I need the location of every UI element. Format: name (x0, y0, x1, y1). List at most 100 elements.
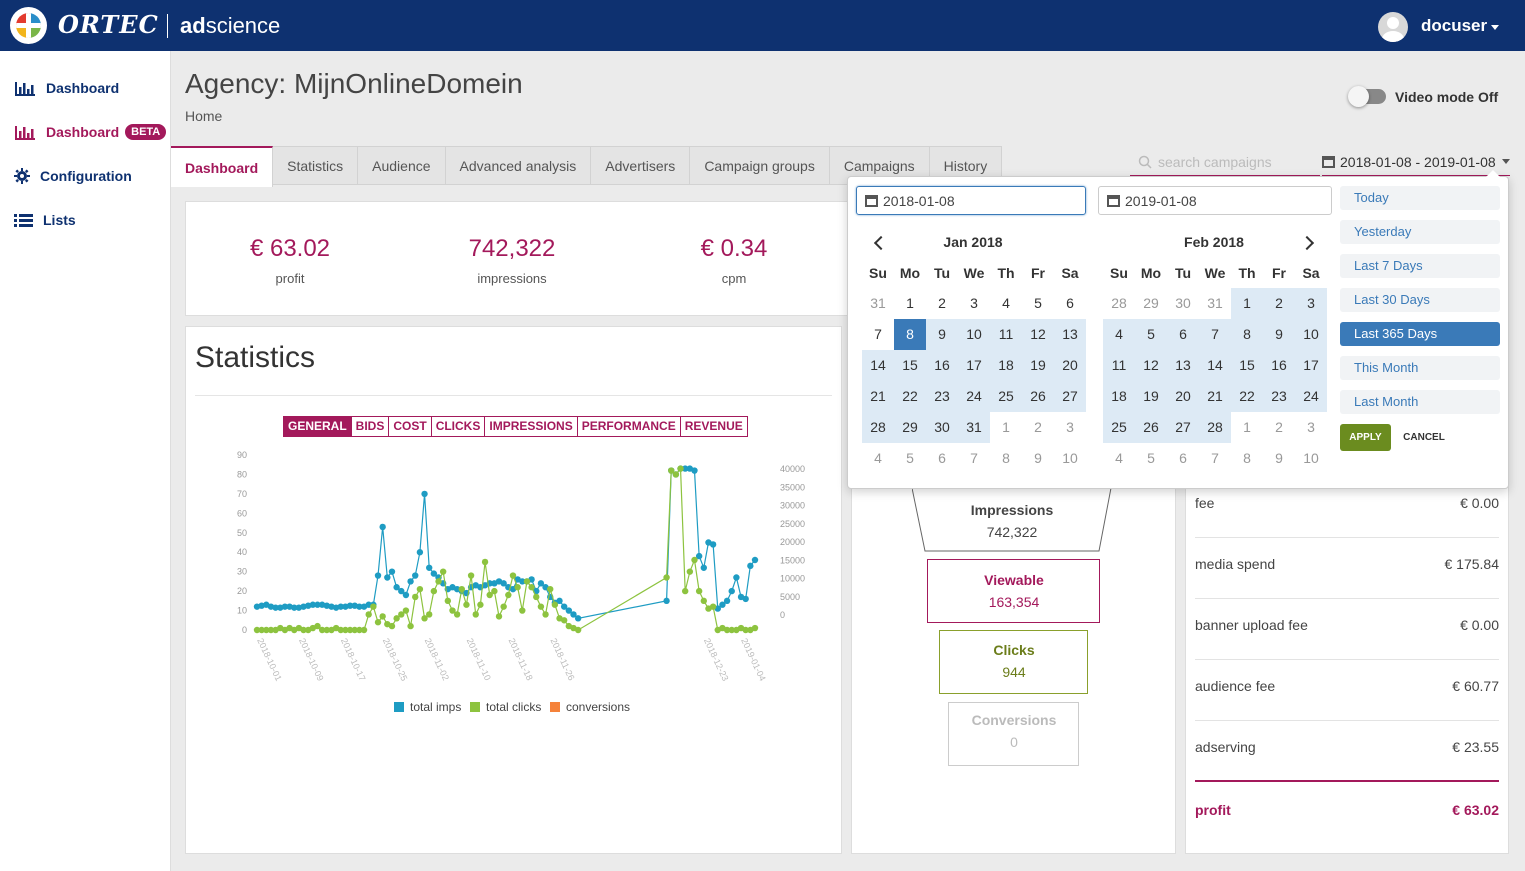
data-point[interactable] (360, 626, 368, 634)
calendar-day[interactable]: 3 (1295, 412, 1327, 443)
data-point[interactable] (709, 541, 717, 548)
sidebar-item-dashboard[interactable]: Dashboard (14, 76, 119, 100)
calendar-day[interactable]: 7 (958, 443, 990, 474)
calendar-day[interactable]: 28 (1199, 412, 1231, 443)
range-option-last-30-days[interactable]: Last 30 Days (1340, 288, 1500, 312)
end-date-input[interactable]: 2019-01-08 (1098, 186, 1332, 215)
calendar-day[interactable]: 13 (1054, 319, 1086, 350)
calendar-day[interactable]: 30 (926, 412, 958, 443)
chevron-down-icon[interactable] (1491, 25, 1499, 30)
calendar-day[interactable]: 19 (1135, 381, 1167, 412)
data-point[interactable] (672, 471, 680, 478)
data-point[interactable] (677, 465, 684, 472)
tab-statistics[interactable]: Statistics (273, 146, 359, 185)
calendar-day[interactable]: 25 (990, 381, 1022, 412)
calendar-day[interactable]: 28 (1103, 288, 1135, 319)
calendar-day[interactable]: 26 (1135, 412, 1167, 443)
calendar-day[interactable]: 24 (958, 381, 990, 412)
calendar-day[interactable]: 10 (1054, 443, 1086, 474)
calendar-day[interactable]: 27 (1054, 381, 1086, 412)
data-point[interactable] (691, 556, 698, 564)
general-button[interactable]: GENERAL (284, 417, 351, 436)
calendar-day[interactable]: 17 (1295, 350, 1327, 381)
calendar-day[interactable]: 25 (1103, 412, 1135, 443)
tab-campaign-groups[interactable]: Campaign groups (690, 146, 830, 185)
calendar-day[interactable]: 2 (1263, 288, 1295, 319)
calendar-day[interactable]: 10 (958, 319, 990, 350)
data-point[interactable] (374, 619, 382, 626)
calendar-day[interactable]: 15 (894, 350, 926, 381)
calendar-day[interactable]: 31 (958, 412, 990, 443)
calendar-day[interactable]: 31 (862, 288, 894, 319)
data-point[interactable] (421, 490, 428, 498)
calendar-day[interactable]: 3 (1295, 288, 1327, 319)
impressions-button[interactable]: IMPRESSIONS (484, 417, 576, 436)
data-point[interactable] (700, 564, 708, 571)
calendar-day[interactable]: 18 (1103, 381, 1135, 412)
calendar-day[interactable]: 4 (1103, 443, 1135, 474)
calendar-day[interactable]: 5 (894, 443, 926, 474)
calendar-day[interactable]: 27 (1167, 412, 1199, 443)
calendar-day[interactable]: 7 (1199, 319, 1231, 350)
calendar-day[interactable]: 14 (1199, 350, 1231, 381)
calendar-day[interactable]: 23 (1263, 381, 1295, 412)
calendar-day[interactable]: 7 (1199, 443, 1231, 474)
sidebar-item-lists[interactable]: Lists (14, 208, 76, 232)
tab-dashboard[interactable]: Dashboard (171, 146, 274, 187)
data-point[interactable] (426, 564, 433, 571)
data-point[interactable] (537, 603, 545, 610)
data-point[interactable] (426, 611, 433, 618)
data-point[interactable] (509, 572, 517, 579)
data-point[interactable] (528, 584, 535, 591)
range-option-last-365-days[interactable]: Last 365 Days (1340, 322, 1500, 346)
data-point[interactable] (733, 574, 740, 581)
calendar-day[interactable]: 21 (862, 381, 894, 412)
calendar-day[interactable]: 22 (1231, 381, 1263, 412)
data-point[interactable] (444, 597, 452, 605)
legend-total-imps[interactable]: total imps (394, 700, 461, 714)
data-point[interactable] (514, 584, 521, 591)
calendar-day[interactable]: 22 (894, 381, 926, 412)
calendar-day[interactable]: 28 (862, 412, 894, 443)
calendar-day[interactable]: 23 (926, 381, 958, 412)
data-point[interactable] (663, 597, 670, 605)
calendar-day[interactable]: 9 (1022, 443, 1054, 474)
data-point[interactable] (467, 572, 475, 579)
data-point[interactable] (681, 587, 689, 595)
calendar-day[interactable]: 6 (1167, 443, 1199, 474)
calendar-day[interactable]: 10 (1295, 319, 1327, 350)
data-point[interactable] (430, 587, 438, 595)
data-point[interactable] (728, 587, 735, 595)
data-point[interactable] (412, 593, 419, 601)
calendar-day[interactable]: 12 (1022, 319, 1054, 350)
calendar-day[interactable]: 1 (1231, 288, 1263, 319)
calendar-day[interactable]: 11 (1103, 350, 1135, 381)
calendar-day[interactable]: 12 (1135, 350, 1167, 381)
calendar-day[interactable]: 9 (926, 319, 958, 350)
data-point[interactable] (435, 578, 442, 585)
data-point[interactable] (533, 593, 540, 601)
calendar-day[interactable]: 9 (1263, 319, 1295, 350)
data-point[interactable] (491, 587, 498, 595)
data-point[interactable] (686, 568, 694, 575)
data-point[interactable] (709, 603, 717, 610)
calendar-day[interactable]: 7 (862, 319, 894, 350)
calendar-day[interactable]: 4 (1103, 319, 1135, 350)
calendar-day[interactable]: 9 (1263, 443, 1295, 474)
calendar-day[interactable]: 20 (1054, 350, 1086, 381)
tab-audience[interactable]: Audience (358, 146, 446, 185)
search-input[interactable]: search campaigns (1130, 148, 1320, 176)
revenue-button[interactable]: REVENUE (679, 417, 747, 436)
calendar-day[interactable]: 21 (1199, 381, 1231, 412)
tab-advertisers[interactable]: Advertisers (591, 146, 691, 185)
range-option-this-month[interactable]: This Month (1340, 356, 1500, 380)
calendar-day[interactable]: 8 (894, 319, 926, 350)
calendar-day[interactable]: 18 (990, 350, 1022, 381)
legend-total-clicks[interactable]: total clicks (470, 700, 541, 714)
calendar-day[interactable]: 8 (990, 443, 1022, 474)
calendar-day[interactable]: 29 (1135, 288, 1167, 319)
calendar-day[interactable]: 29 (894, 412, 926, 443)
clicks-button[interactable]: CLICKS (430, 417, 485, 436)
calendar-day[interactable]: 6 (1054, 288, 1086, 319)
calendar-day[interactable]: 3 (1054, 412, 1086, 443)
